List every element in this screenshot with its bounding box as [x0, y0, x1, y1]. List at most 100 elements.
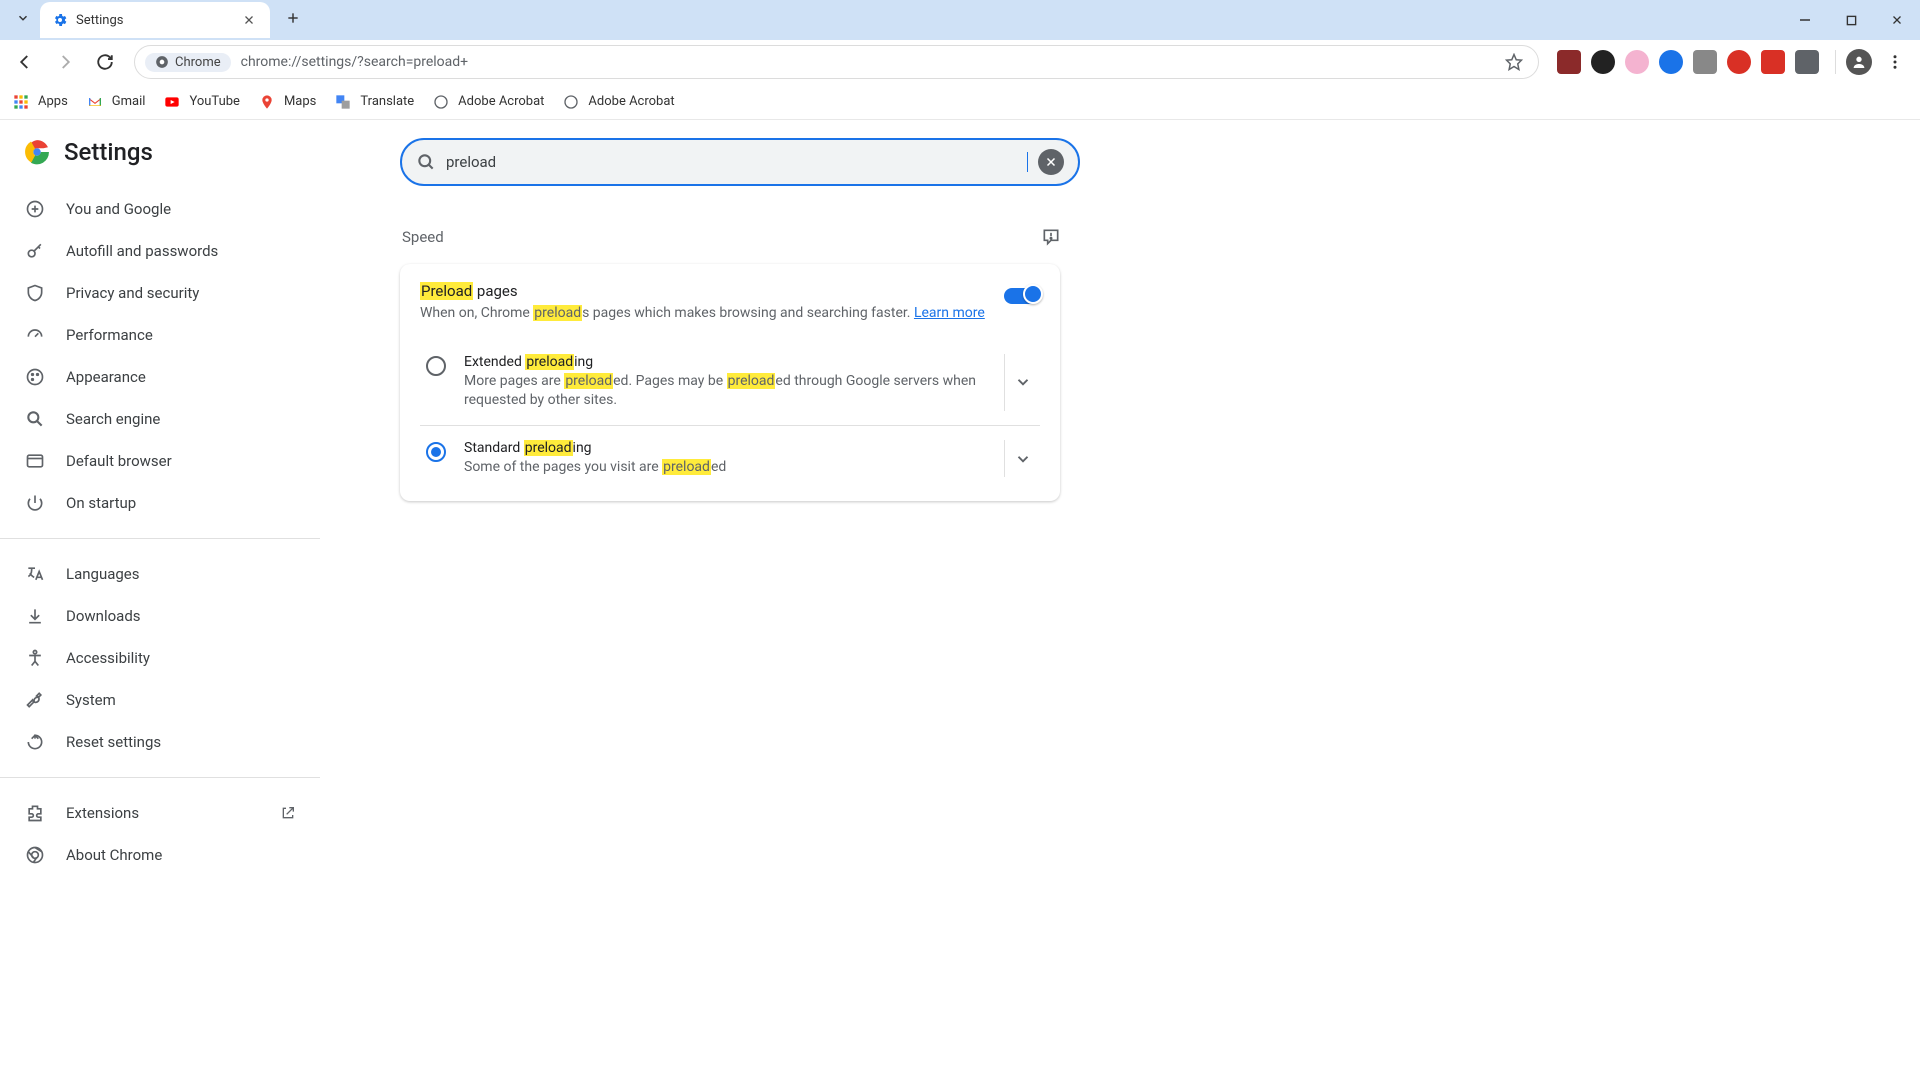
key-icon: [24, 240, 46, 262]
nav-label: Downloads: [66, 607, 141, 625]
nav-extensions[interactable]: Extensions: [0, 792, 320, 834]
ext-icon: [24, 802, 46, 824]
bookmark-youtube[interactable]: YouTube: [163, 93, 240, 111]
card-text: Preload pages When on, Chrome preloads p…: [420, 282, 985, 324]
option-title: Standard preloading: [464, 440, 986, 456]
toolbar: Chrome chrome://settings/?search=preload…: [0, 40, 1920, 84]
preload-toggle[interactable]: [1004, 288, 1040, 304]
bookmark-maps[interactable]: Maps: [258, 93, 316, 111]
nav-label: Reset settings: [66, 733, 161, 751]
search-icon: [24, 408, 46, 430]
extension-ext1[interactable]: [1557, 50, 1581, 74]
bookmark-star-button[interactable]: [1500, 53, 1528, 71]
nav-label: Default browser: [66, 452, 172, 470]
speed-icon: [24, 324, 46, 346]
more-vert-icon: [1886, 53, 1904, 71]
youtube-icon: [163, 93, 181, 111]
reload-button[interactable]: [88, 45, 122, 79]
nav-search-engine[interactable]: Search engine: [0, 398, 320, 440]
bookmark-label: Translate: [360, 94, 414, 109]
bookmark-apps[interactable]: Apps: [12, 93, 68, 111]
radio-button[interactable]: [426, 442, 446, 462]
extension-ext2[interactable]: [1591, 50, 1615, 74]
download-icon: [24, 605, 46, 627]
profile-avatar[interactable]: [1846, 49, 1872, 75]
nav-separator: [0, 538, 320, 539]
highlight: preload: [533, 305, 582, 321]
reload-icon: [96, 53, 114, 71]
settings-title: Settings: [64, 138, 153, 166]
nav-reset-settings[interactable]: Reset settings: [0, 721, 320, 763]
learn-more-link[interactable]: Learn more: [914, 305, 985, 321]
extension-ext4[interactable]: [1659, 50, 1683, 74]
nav-label: Languages: [66, 565, 140, 583]
nav-performance[interactable]: Performance: [0, 314, 320, 356]
expand-button[interactable]: [1004, 354, 1040, 411]
nav-accessibility[interactable]: Accessibility: [0, 637, 320, 679]
browser-tab[interactable]: Settings: [40, 2, 270, 38]
forward-button[interactable]: [48, 45, 82, 79]
clear-search-button[interactable]: [1038, 149, 1064, 175]
toggle-knob: [1023, 284, 1043, 304]
external-link-icon: [280, 805, 296, 821]
maximize-icon: [1846, 15, 1857, 26]
tab-close-button[interactable]: [240, 11, 258, 29]
settings-search-input[interactable]: [446, 153, 1017, 171]
nav-autofill-and-passwords[interactable]: Autofill and passwords: [0, 230, 320, 272]
nav-about-chrome[interactable]: About Chrome: [0, 834, 320, 876]
nav-system[interactable]: System: [0, 679, 320, 721]
nav-default-browser[interactable]: Default browser: [0, 440, 320, 482]
expand-button[interactable]: [1004, 440, 1040, 478]
preload-option: Extended preloadingMore pages are preloa…: [420, 340, 1040, 425]
nav-on-startup[interactable]: On startup: [0, 482, 320, 524]
nav-you-and-google[interactable]: You and Google: [0, 188, 320, 230]
radio-button[interactable]: [426, 356, 446, 376]
nav-languages[interactable]: Languages: [0, 553, 320, 595]
maximize-button[interactable]: [1828, 0, 1874, 40]
minimize-button[interactable]: [1782, 0, 1828, 40]
section-header-row: Speed: [402, 226, 1062, 248]
extension-puzzle[interactable]: [1795, 50, 1819, 74]
apps-grid-icon: [12, 93, 30, 111]
settings-search-box[interactable]: [400, 138, 1080, 186]
separator: [1835, 50, 1836, 74]
extension-ext3[interactable]: [1625, 50, 1649, 74]
chrome-menu-button[interactable]: [1878, 45, 1912, 79]
tab-search-dropdown[interactable]: [8, 3, 38, 33]
new-tab-button[interactable]: [278, 3, 308, 33]
bookmark-gmail[interactable]: Gmail: [86, 93, 146, 111]
nav-appearance[interactable]: Appearance: [0, 356, 320, 398]
shield-icon: [24, 282, 46, 304]
translate-icon: [334, 93, 352, 111]
arrow-left-icon: [16, 53, 34, 71]
browser-icon: [24, 450, 46, 472]
nav-downloads[interactable]: Downloads: [0, 595, 320, 637]
close-window-button[interactable]: [1874, 0, 1920, 40]
tab-title: Settings: [76, 13, 232, 28]
person-icon: [1851, 54, 1867, 70]
omnibox[interactable]: Chrome chrome://settings/?search=preload…: [134, 45, 1539, 79]
nav-label: Appearance: [66, 368, 146, 386]
chrome-logo-icon: [24, 139, 50, 165]
extension-s-ext[interactable]: [1761, 50, 1785, 74]
card-header: Preload pages When on, Chrome preloads p…: [420, 282, 1040, 324]
feedback-button[interactable]: [1040, 226, 1062, 248]
extension-camera[interactable]: [1693, 50, 1717, 74]
close-icon: [243, 14, 255, 26]
bookmark-translate[interactable]: Translate: [334, 93, 414, 111]
bookmark-adobe-acrobat[interactable]: Adobe Acrobat: [562, 93, 674, 111]
highlight: Preload: [420, 282, 473, 300]
gear-icon: [52, 12, 68, 28]
desc-part: When on, Chrome: [420, 305, 533, 321]
acrobat-icon: [432, 93, 450, 111]
search-icon: [416, 152, 436, 172]
feedback-icon: [1041, 227, 1061, 247]
text-caret: [1027, 152, 1028, 172]
bookmark-adobe-acrobat[interactable]: Adobe Acrobat: [432, 93, 544, 111]
desc-part: s pages which makes browsing and searchi…: [582, 305, 914, 321]
nav-privacy-and-security[interactable]: Privacy and security: [0, 272, 320, 314]
extension-block[interactable]: [1727, 50, 1751, 74]
chevron-down-icon: [16, 11, 30, 25]
back-button[interactable]: [8, 45, 42, 79]
settings-nav: You and GoogleAutofill and passwordsPriv…: [0, 184, 320, 528]
